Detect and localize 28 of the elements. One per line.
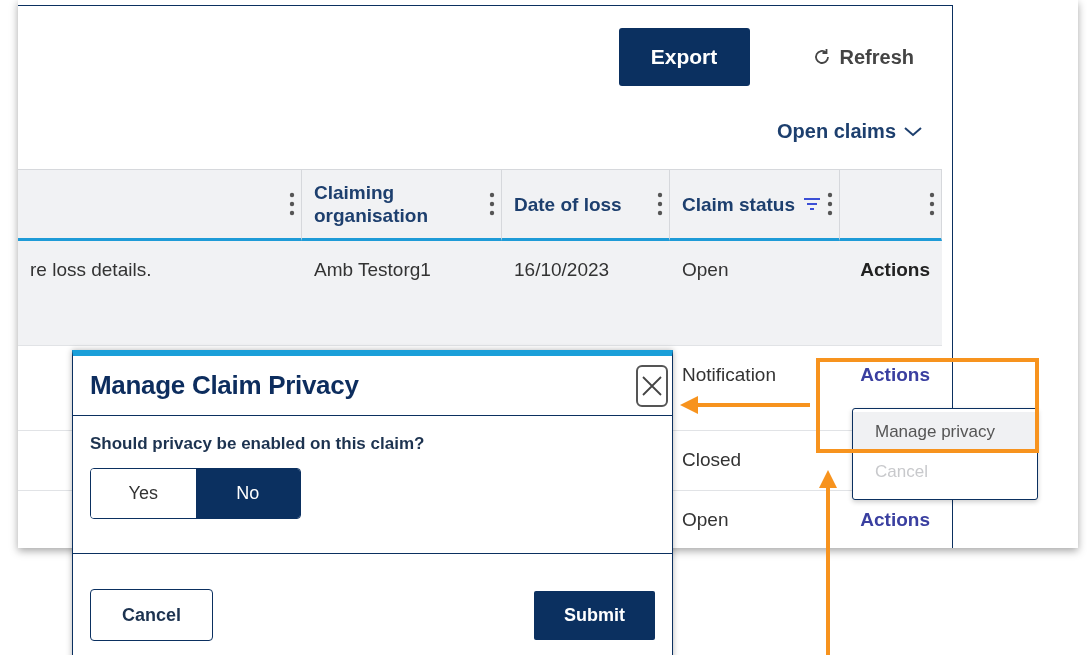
more-options-icon[interactable] xyxy=(929,192,935,216)
column-title: Claiming organisation xyxy=(314,181,429,227)
actions-link[interactable]: Actions xyxy=(852,509,930,531)
refresh-button[interactable]: Refresh xyxy=(811,45,914,69)
question-text: Should privacy be enabled on this claim? xyxy=(90,434,426,454)
table-cell: Amb Testorg1 xyxy=(302,241,502,346)
close-icon xyxy=(641,374,663,397)
dialog-title: Manage Claim Privacy xyxy=(90,370,359,401)
claims-filter-dropdown[interactable]: Open claims xyxy=(777,120,922,143)
more-options-icon[interactable] xyxy=(827,192,833,216)
export-button[interactable]: Export xyxy=(618,28,750,86)
more-options-icon[interactable] xyxy=(489,192,495,216)
actions-link[interactable]: Actions xyxy=(852,364,930,386)
submit-button[interactable]: Submit xyxy=(534,590,655,640)
table-cell: re loss details. xyxy=(18,241,302,346)
close-button[interactable] xyxy=(636,364,668,407)
more-options-icon[interactable] xyxy=(657,192,663,216)
chevron-down-icon xyxy=(904,126,922,137)
actions-link[interactable]: Actions xyxy=(852,259,930,281)
column-title: Date of loss xyxy=(514,192,622,216)
filter-icon[interactable] xyxy=(803,198,821,210)
menu-item[interactable]: Manage privacy xyxy=(853,412,1037,452)
more-options-icon[interactable] xyxy=(289,192,295,216)
column-title: Claim status xyxy=(682,192,795,216)
toggle-option[interactable]: No xyxy=(195,469,300,518)
cancel-button[interactable]: Cancel xyxy=(90,589,213,641)
table-cell: 16/10/2023 xyxy=(502,241,670,346)
table-cell: Open xyxy=(670,241,840,346)
